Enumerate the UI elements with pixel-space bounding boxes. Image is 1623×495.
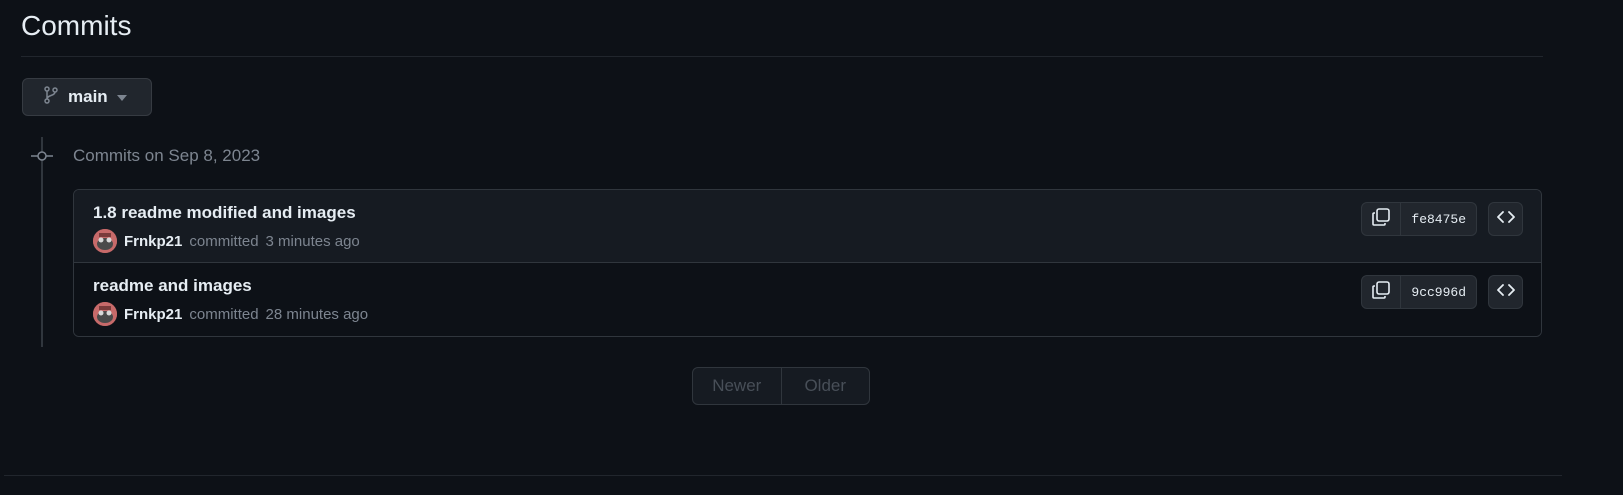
timeline-line [41, 137, 43, 347]
newer-button[interactable]: Newer [693, 368, 782, 404]
copy-icon [1371, 280, 1391, 305]
sha-button-group: 9cc996d [1361, 275, 1477, 309]
sha-button-group: fe8475e [1361, 202, 1477, 236]
older-button[interactable]: Older [782, 368, 870, 404]
commit-node-icon [31, 149, 53, 163]
avatar[interactable] [93, 302, 117, 326]
avatar[interactable] [93, 229, 117, 253]
copy-sha-button[interactable] [1362, 276, 1402, 308]
code-icon [1496, 210, 1515, 228]
code-icon [1496, 283, 1515, 301]
commits-page: Commits main Commits on Sep 8, 2023 1.8 … [0, 0, 1623, 495]
commit-list: 1.8 readme modified and images Frnkp21 c… [73, 189, 1542, 337]
commit-group-heading: Commits on Sep 8, 2023 [73, 146, 261, 165]
commit-meta: Frnkp21 committed 3 minutes ago [93, 229, 360, 253]
page-title: Commits [21, 10, 132, 41]
commit-message-link[interactable]: readme and images [93, 276, 252, 296]
caret-down-icon [116, 88, 127, 106]
browse-repo-button[interactable] [1488, 275, 1523, 309]
commit-author-link[interactable]: Frnkp21 [124, 233, 182, 250]
commit-action-text: committed [189, 232, 259, 250]
branch-name: main [68, 87, 108, 106]
commit-time: 3 minutes ago [265, 232, 360, 250]
commit-meta: Frnkp21 committed 28 minutes ago [93, 302, 368, 326]
branch-selector-button[interactable]: main [22, 78, 152, 116]
commit-sha-link[interactable]: fe8475e [1401, 203, 1476, 235]
footer-divider [4, 475, 1562, 476]
copy-icon [1371, 207, 1391, 232]
browse-repo-button[interactable] [1488, 202, 1523, 236]
commit-time: 28 minutes ago [265, 305, 369, 323]
commit-message-link[interactable]: 1.8 readme modified and images [93, 203, 356, 223]
pagination: Newer Older [692, 367, 870, 405]
commit-author-link[interactable]: Frnkp21 [124, 306, 182, 323]
commit-row: 1.8 readme modified and images Frnkp21 c… [74, 190, 1541, 263]
commit-row: readme and images Frnkp21 committed 28 m… [74, 263, 1541, 336]
commit-sha-link[interactable]: 9cc996d [1401, 276, 1476, 308]
copy-sha-button[interactable] [1362, 203, 1402, 235]
git-branch-icon [43, 85, 59, 109]
commit-action-text: committed [189, 305, 259, 323]
title-divider [21, 56, 1543, 57]
